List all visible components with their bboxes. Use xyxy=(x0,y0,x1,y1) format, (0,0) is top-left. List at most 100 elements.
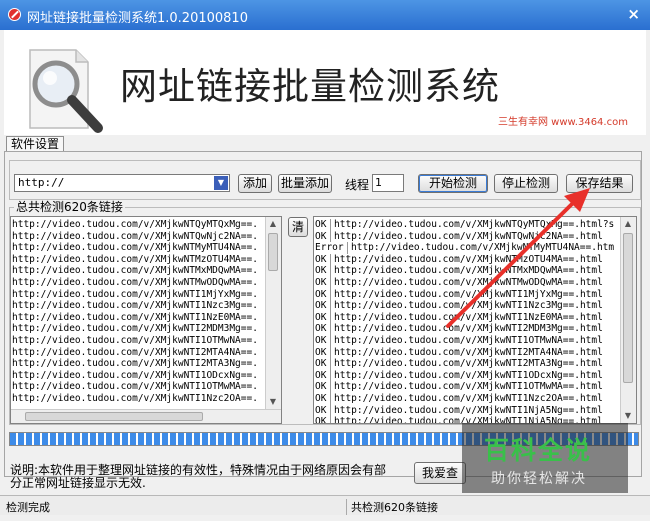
watermark-title: 百科全说 xyxy=(484,436,593,465)
list-item[interactable]: OK http://video.tudou.com/v/XMjkwNTMzOTU4… xyxy=(315,253,614,266)
start-check-button[interactable]: 开始检测 xyxy=(418,174,488,193)
list-item[interactable]: http://video.tudou.com/v/XMjkwNTI2MDM3Mg… xyxy=(12,323,258,335)
status-cell: OK xyxy=(315,219,331,231)
close-button[interactable]: × xyxy=(627,5,640,23)
list-item[interactable]: OK http://video.tudou.com/v/XMjkwNTI1NjA5… xyxy=(315,404,614,417)
result-scroll-down-icon[interactable]: ▼ xyxy=(622,410,634,422)
status-cell: OK xyxy=(315,265,331,277)
list-item[interactable]: OK http://video.tudou.com/v/XMjkwNTI1Nzc2… xyxy=(315,392,614,405)
url-cell: http://video.tudou.com/v/XMjkwNTI2MTA4NA… xyxy=(334,346,603,358)
status-cell: OK xyxy=(315,323,331,335)
result-vertical-scrollbar[interactable]: ▲ ▼ xyxy=(620,217,636,423)
links-legend: 总共检测620条链接 xyxy=(14,200,125,214)
url-input[interactable]: http:// xyxy=(18,176,64,189)
stop-check-button[interactable]: 停止检测 xyxy=(494,174,558,193)
url-cell: http://video.tudou.com/v/XMjkwNTI1MjYxMg… xyxy=(334,288,603,300)
url-cell: http://video.tudou.com/v/XMjkwNTI1OTMwNA… xyxy=(334,334,603,346)
h-scroll-thumb[interactable] xyxy=(25,412,203,421)
list-item[interactable]: http://video.tudou.com/v/XMjkwNTI1MjYxMg… xyxy=(12,289,258,301)
url-cell: http://video.tudou.com/v/XMjkwNTI2MTA3Ng… xyxy=(334,358,603,370)
url-cell: http://video.tudou.com/v/XMjkwNTI1ODcxNg… xyxy=(334,369,603,381)
url-cell: http://video.tudou.com/v/XMjkwNTI1Nzc2OA… xyxy=(334,392,603,404)
url-cell: http://video.tudou.com/v/XMjkwNTQwNjc2NA… xyxy=(334,230,603,242)
url-cell: http://video.tudou.com/v/XMjkwNTI2MDM3Mg… xyxy=(334,323,603,335)
source-links-list[interactable]: http://video.tudou.com/v/XMjkwNTQyMTQxMg… xyxy=(10,216,282,424)
url-cell: http://video.tudou.com/v/XMjkwNTI1NzE0MA… xyxy=(334,311,603,323)
list-item[interactable]: http://video.tudou.com/v/XMjkwNTQwNjc2NA… xyxy=(12,231,258,243)
list-item[interactable]: OK http://video.tudou.com/v/XMjkwNTI2MTA3… xyxy=(315,358,614,370)
header-banner: 网址链接批量检测系统 三生有幸网 www.3464.com xyxy=(4,30,646,135)
chevron-down-icon[interactable]: ▼ xyxy=(214,176,228,190)
vertical-scrollbar[interactable]: ▲ ▼ xyxy=(265,217,281,409)
scroll-down-icon[interactable]: ▼ xyxy=(267,396,279,408)
add-button[interactable]: 添加 xyxy=(238,174,272,193)
url-cell: http://video.tudou.com/v/XMjkwNTMzOTU4MA… xyxy=(334,253,603,265)
status-cell: OK xyxy=(315,369,331,382)
list-item[interactable]: http://video.tudou.com/v/XMjkwNTMxMDQwMA… xyxy=(12,265,258,277)
save-results-button[interactable]: 保存结果 xyxy=(566,174,633,193)
status-cell: OK xyxy=(315,404,331,417)
title-bar: 网址链接批量检测系统1.0.20100810 × xyxy=(0,0,650,30)
url-cell: http://video.tudou.com/v/XMjkwNTQyMTQxMg… xyxy=(334,219,615,230)
list-item[interactable]: OK http://video.tudou.com/v/XMjkwNTI1OTMw… xyxy=(315,381,614,393)
list-item[interactable]: OK http://video.tudou.com/v/XMjkwNTQwNjc2… xyxy=(315,230,614,243)
status-cell: Error xyxy=(315,242,348,254)
list-item[interactable]: Error http://video.tudou.com/v/XMjkwNTMyM… xyxy=(315,242,614,254)
source-links-rows: http://video.tudou.com/v/XMjkwNTQyMTQxMg… xyxy=(12,219,258,405)
scroll-up-icon[interactable]: ▲ xyxy=(267,218,279,230)
threads-input[interactable]: 1 xyxy=(372,174,404,192)
window-title: 网址链接批量检测系统1.0.20100810 xyxy=(27,11,248,26)
url-cell: http://video.tudou.com/v/XMjkwNTI1OTMwMA… xyxy=(334,381,603,393)
list-item[interactable]: OK http://video.tudou.com/v/XMjkwNTI1ODcx… xyxy=(315,369,614,382)
list-item[interactable]: OK http://video.tudou.com/v/XMjkwNTI1Nzc3… xyxy=(315,300,614,312)
status-left: 检测完成 xyxy=(6,501,50,514)
banner-title: 网址链接批量检测系统 xyxy=(120,65,500,108)
result-scroll-up-icon[interactable]: ▲ xyxy=(622,218,634,230)
status-cell: OK xyxy=(315,311,331,324)
list-item[interactable]: http://video.tudou.com/v/XMjkwNTI1Nzc2OA… xyxy=(12,393,258,405)
list-item[interactable]: http://video.tudou.com/v/XMjkwNTI1OTMwNA… xyxy=(12,335,258,347)
url-cell: http://video.tudou.com/v/XMjkwNTMxMDQwMA… xyxy=(334,265,603,277)
list-item[interactable]: OK http://video.tudou.com/v/XMjkwNTI1MjYx… xyxy=(315,288,614,301)
url-combobox[interactable]: http:// ▼ xyxy=(14,174,230,192)
list-item[interactable]: http://video.tudou.com/v/XMjkwNTI1Nzc3Mg… xyxy=(12,300,258,312)
list-item[interactable]: http://video.tudou.com/v/XMjkwNTI2MTA3Ng… xyxy=(12,358,258,370)
status-cell: OK xyxy=(315,288,331,301)
list-item[interactable]: OK http://video.tudou.com/v/XMjkwNTQyMTQx… xyxy=(315,219,614,231)
list-item[interactable]: http://video.tudou.com/v/XMjkwNTI1NzE0MA… xyxy=(12,312,258,324)
url-cell: http://video.tudou.com/v/XMjkwNTMyMTU4NA… xyxy=(351,242,615,254)
scroll-thumb[interactable] xyxy=(268,233,278,271)
status-cell: OK xyxy=(315,253,331,266)
watermark-subtitle: 助你轻松解决 xyxy=(491,471,587,487)
list-item[interactable]: http://video.tudou.com/v/XMjkwNTI1OTMwMA… xyxy=(12,381,258,393)
status-cell: OK xyxy=(315,300,331,312)
list-item[interactable]: http://video.tudou.com/v/XMjkwNTI1ODcxNg… xyxy=(12,370,258,382)
status-cell: OK xyxy=(315,392,331,405)
status-cell: OK xyxy=(315,416,331,423)
list-item[interactable]: OK http://video.tudou.com/v/XMjkwNTMxMDQw… xyxy=(315,265,614,277)
list-item[interactable]: OK http://video.tudou.com/v/XMjkwNTI1NzE0… xyxy=(315,311,614,324)
magnifier-icon xyxy=(29,49,103,133)
list-item[interactable]: http://video.tudou.com/v/XMjkwNTMzOTU4MA… xyxy=(12,254,258,266)
url-cell: http://video.tudou.com/v/XMjkwNTI1NjA5Ng… xyxy=(334,404,603,416)
url-cell: http://video.tudou.com/v/XMjkwNTMwODQwMA… xyxy=(334,276,603,288)
list-item[interactable]: http://video.tudou.com/v/XMjkwNTQyMTQxMg… xyxy=(12,219,258,231)
horizontal-scrollbar[interactable] xyxy=(11,409,281,423)
result-links-list[interactable]: OK http://video.tudou.com/v/XMjkwNTQyMTQx… xyxy=(313,216,637,424)
tab-settings[interactable]: 软件设置 xyxy=(6,136,65,152)
list-item[interactable]: OK http://video.tudou.com/v/XMjkwNTMwODQw… xyxy=(315,276,614,289)
batch-add-button[interactable]: 批量添加 xyxy=(278,174,332,193)
clear-button[interactable]: 清 xyxy=(288,217,308,237)
list-item[interactable]: http://video.tudou.com/v/XMjkwNTMyMTU4NA… xyxy=(12,242,258,254)
list-item[interactable]: OK http://video.tudou.com/v/XMjkwNTI2MDM3… xyxy=(315,323,614,335)
list-item[interactable]: http://video.tudou.com/v/XMjkwNTMwODQwMA… xyxy=(12,277,258,289)
url-cell: http://video.tudou.com/v/XMjkwNTI1Nzc3Mg… xyxy=(334,300,603,312)
threads-label: 线程 xyxy=(345,178,370,192)
result-scroll-thumb[interactable] xyxy=(623,233,633,383)
status-cell: OK xyxy=(315,381,331,393)
list-item[interactable]: http://video.tudou.com/v/XMjkwNTI2MTA4NA… xyxy=(12,347,258,359)
status-cell: OK xyxy=(315,346,331,359)
ai-cha-button[interactable]: 我爱查 xyxy=(414,462,466,484)
list-item[interactable]: OK http://video.tudou.com/v/XMjkwNTI2MTA4… xyxy=(315,346,614,359)
list-item[interactable]: OK http://video.tudou.com/v/XMjkwNTI1OTMw… xyxy=(315,334,614,347)
